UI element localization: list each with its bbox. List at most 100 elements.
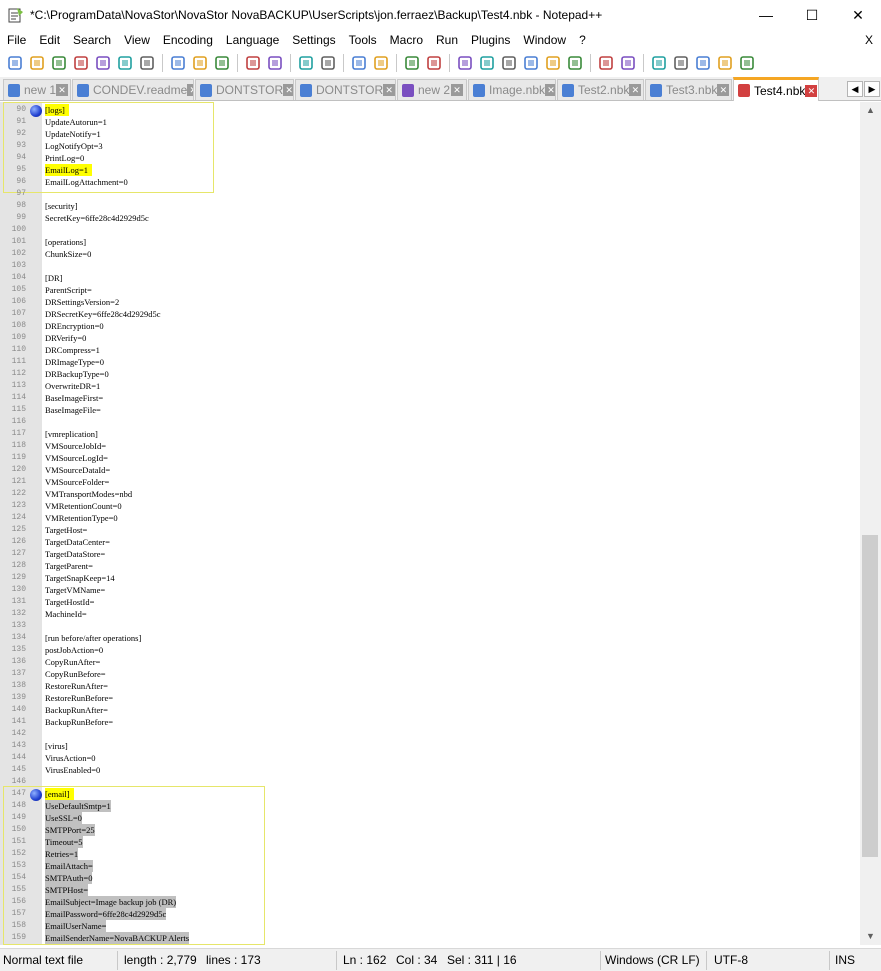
print-icon[interactable]: [138, 54, 156, 72]
editor-line[interactable]: 127 TargetDataStore=: [0, 548, 860, 560]
save-icon[interactable]: [50, 54, 68, 72]
tab-1[interactable]: CONDEV.readme✕: [72, 79, 194, 100]
editor-line[interactable]: 101 [operations]: [0, 236, 860, 248]
menu-settings[interactable]: Settings: [285, 30, 341, 50]
menu-help[interactable]: ?: [572, 30, 592, 50]
editor-line[interactable]: 91 UpdateAutorun=1: [0, 116, 860, 128]
tab-close-icon[interactable]: ✕: [451, 84, 463, 96]
zoom-out-icon[interactable]: [372, 54, 390, 72]
editor-line[interactable]: 107 DRSecretKey=6ffe28c4d2929d5c: [0, 308, 860, 320]
copy-icon[interactable]: [191, 54, 209, 72]
editor-line[interactable]: 95 EmailLog=1: [0, 164, 860, 176]
folder-workspace-icon[interactable]: [597, 54, 615, 72]
tab-8[interactable]: Test4.nbk ✕: [733, 77, 819, 101]
tab-close-icon[interactable]: ✕: [805, 84, 818, 97]
editor-line[interactable]: 133: [0, 620, 860, 632]
editor-line[interactable]: 112 DRBackupType=0: [0, 368, 860, 380]
editor-line[interactable]: 118 VMSourceJobId=: [0, 440, 860, 452]
editor-line[interactable]: 97: [0, 188, 860, 200]
menu-tools[interactable]: Tools: [342, 30, 383, 50]
editor-line[interactable]: 116: [0, 416, 860, 428]
tab-close-icon[interactable]: ✕: [283, 84, 293, 96]
editor-line[interactable]: 154 SMTPAuth=0: [0, 872, 860, 884]
find-icon[interactable]: [297, 54, 315, 72]
menu-view[interactable]: View: [117, 30, 156, 50]
editor-line[interactable]: 98 [security]: [0, 200, 860, 212]
editor-line[interactable]: 148 UseDefaultSmtp=1: [0, 800, 860, 812]
editor-line[interactable]: 121 VMSourceFolder=: [0, 476, 860, 488]
redo-icon[interactable]: [266, 54, 284, 72]
editor-line[interactable]: 152 Retries=1: [0, 848, 860, 860]
close-icon[interactable]: [94, 54, 112, 72]
editor-line[interactable]: 111 DRImageType=0: [0, 356, 860, 368]
save-macro-icon[interactable]: [738, 54, 756, 72]
sync-horizontal-icon[interactable]: [425, 54, 443, 72]
editor-line[interactable]: 105 ParentScript=: [0, 284, 860, 296]
editor-line[interactable]: 125 TargetHost=: [0, 524, 860, 536]
tab-close-icon[interactable]: ✕: [629, 84, 642, 96]
tab-close-icon[interactable]: ✕: [717, 84, 730, 96]
editor-line[interactable]: 159 EmailSenderName=NovaBACKUP Alerts: [0, 932, 860, 944]
tab-close-icon[interactable]: ✕: [187, 84, 193, 96]
editor-area[interactable]: 90 [logs] 91 UpdateAutorun=1 92 UpdateNotify…: [0, 102, 860, 945]
replace-icon[interactable]: [319, 54, 337, 72]
editor-line[interactable]: 120 VMSourceDataId=: [0, 464, 860, 476]
editor-line[interactable]: 126 TargetDataCenter=: [0, 536, 860, 548]
editor-line[interactable]: 145 VirusEnabled=0: [0, 764, 860, 776]
tab-2[interactable]: DONTSTOR ✕: [195, 79, 294, 100]
function-list-icon[interactable]: [544, 54, 562, 72]
close-document-button[interactable]: X: [865, 30, 873, 50]
paste-icon[interactable]: [213, 54, 231, 72]
editor-line[interactable]: 131 TargetHostId=: [0, 596, 860, 608]
editor-line[interactable]: 155 SMTPHost=: [0, 884, 860, 896]
editor-line[interactable]: 110 DRCompress=1: [0, 344, 860, 356]
editor-line[interactable]: 140 BackupRunAfter=: [0, 704, 860, 716]
menu-plugins[interactable]: Plugins: [464, 30, 516, 50]
editor-line[interactable]: 156 EmailSubject=Image backup job (DR): [0, 896, 860, 908]
word-wrap-icon[interactable]: [456, 54, 474, 72]
vertical-scrollbar[interactable]: ▲ ▼: [860, 102, 881, 945]
tab-close-icon[interactable]: ✕: [545, 84, 555, 96]
zoom-in-icon[interactable]: [350, 54, 368, 72]
editor-line[interactable]: 144 VirusAction=0: [0, 752, 860, 764]
editor-line[interactable]: 94 PrintLog=0: [0, 152, 860, 164]
play-macro-icon[interactable]: [694, 54, 712, 72]
editor-line[interactable]: 104 [DR]: [0, 272, 860, 284]
editor-line[interactable]: 135 postJobAction=0: [0, 644, 860, 656]
open-file-icon[interactable]: [28, 54, 46, 72]
tab-3[interactable]: DONTSTOR ✕: [295, 79, 396, 100]
new-file-icon[interactable]: [6, 54, 24, 72]
editor-line[interactable]: 115 BaseImageFile=: [0, 404, 860, 416]
editor-line[interactable]: 102 ChunkSize=0: [0, 248, 860, 260]
editor-line[interactable]: 139 RestoreRunBefore=: [0, 692, 860, 704]
editor-line[interactable]: 153 EmailAttach=: [0, 860, 860, 872]
tab-5[interactable]: Image.nbk ✕: [468, 79, 556, 100]
scroll-down-icon[interactable]: ▼: [860, 928, 881, 945]
menu-macro[interactable]: Macro: [383, 30, 429, 50]
editor-line[interactable]: 143 [virus]: [0, 740, 860, 752]
editor-line[interactable]: 158 EmailUserName=: [0, 920, 860, 932]
menu-file[interactable]: File: [0, 30, 32, 50]
tab-4[interactable]: new 2 ✕: [397, 79, 467, 100]
editor-line[interactable]: 119 VMSourceLogId=: [0, 452, 860, 464]
tab-7[interactable]: Test3.nbk ✕: [645, 79, 732, 100]
save-all-icon[interactable]: [72, 54, 90, 72]
editor-line[interactable]: 132 MachineId=: [0, 608, 860, 620]
close-all-icon[interactable]: [116, 54, 134, 72]
editor-line[interactable]: 138 RestoreRunAfter=: [0, 680, 860, 692]
editor-line[interactable]: 100: [0, 224, 860, 236]
record-macro-icon[interactable]: [650, 54, 668, 72]
editor-line[interactable]: 103: [0, 260, 860, 272]
menu-edit[interactable]: Edit: [32, 30, 66, 50]
menu-search[interactable]: Search: [66, 30, 117, 50]
close-window-button[interactable]: ✕: [835, 0, 881, 30]
editor-line[interactable]: 90 [logs]: [0, 104, 860, 117]
editor-line[interactable]: 99 SecretKey=6ffe28c4d2929d5c: [0, 212, 860, 224]
editor-line[interactable]: 142: [0, 728, 860, 740]
sync-vertical-icon[interactable]: [403, 54, 421, 72]
editor-line[interactable]: 113 OverwriteDR=1: [0, 380, 860, 392]
minimize-button[interactable]: —: [743, 0, 789, 30]
editor-line[interactable]: 122 VMTransportModes=nbd: [0, 488, 860, 500]
menu-encoding[interactable]: Encoding: [156, 30, 219, 50]
editor-line[interactable]: 123 VMRetentionCount=0: [0, 500, 860, 512]
